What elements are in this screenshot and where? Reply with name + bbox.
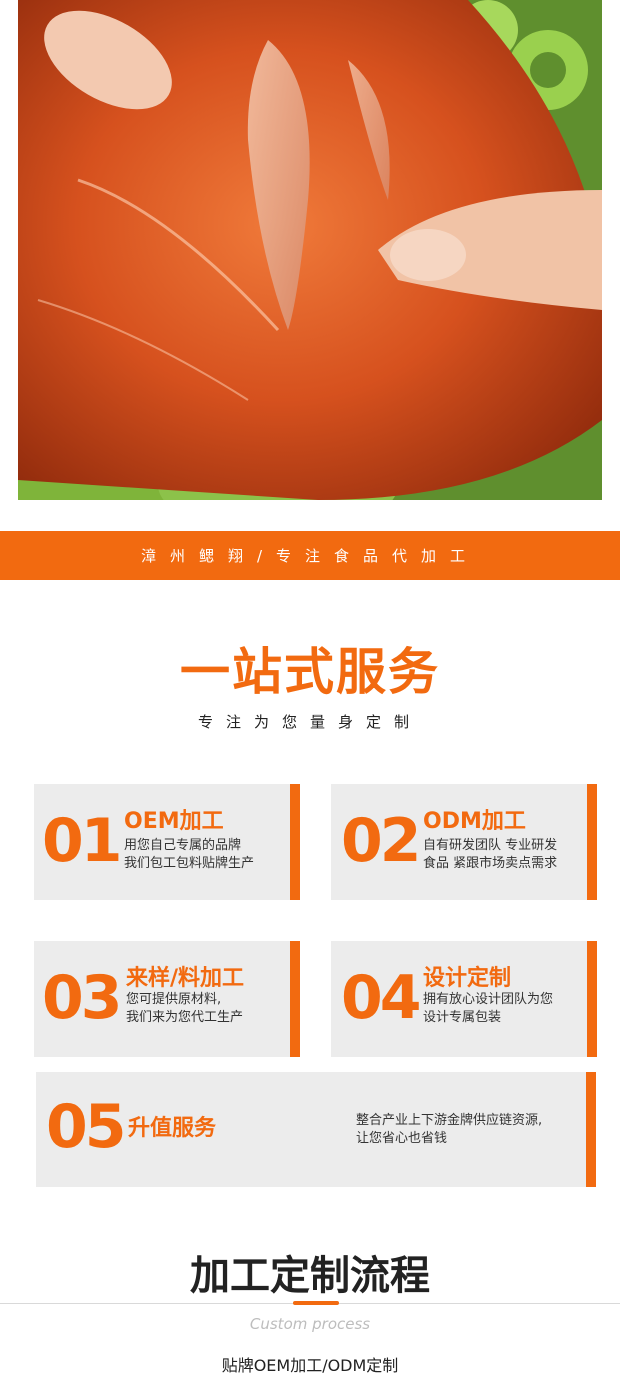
brand-banner: 漳州鳃翔/专注食品代加工 <box>0 531 620 580</box>
card-desc-line1: 自有研发团队 专业研发 <box>423 838 558 853</box>
card-desc-line2: 让您省心也省钱 <box>356 1131 448 1146</box>
hero-image <box>18 0 602 500</box>
card-title: OEM加工 <box>124 809 224 834</box>
card-number: 04 <box>341 963 421 1033</box>
service-card-value-added: 05 升值服务 整合产业上下游金牌供应链资源, 让您省心也省钱 <box>36 1072 596 1187</box>
service-card-odm: 02 ODM加工 自有研发团队 专业研发 食品 紧跟市场卖点需求 <box>331 784 597 900</box>
card-title: 升值服务 <box>128 1116 217 1141</box>
service-title: 一站式服务 <box>180 643 440 701</box>
card-accent-bar <box>290 941 300 1057</box>
card-accent-bar <box>586 1072 596 1187</box>
process-title: 加工定制流程 <box>190 1253 430 1299</box>
card-desc-line2: 我们包工包料贴牌生产 <box>124 856 255 871</box>
divider-accent <box>293 1301 339 1305</box>
card-accent-bar <box>587 784 597 900</box>
card-title: ODM加工 <box>423 809 526 834</box>
process-subtitle-en: Custom process <box>249 1315 371 1333</box>
card-accent-bar <box>587 941 597 1057</box>
card-title: 来样/料加工 <box>126 966 245 991</box>
card-accent-bar <box>290 784 300 900</box>
banner-text: 漳州鳃翔/专注食品代加工 <box>140 547 480 565</box>
service-subtitle: 专注为您量身定制 <box>197 713 422 731</box>
card-number: 02 <box>341 806 421 876</box>
card-number: 01 <box>42 806 122 876</box>
card-desc-line1: 拥有放心设计团队为您 <box>423 992 554 1007</box>
card-desc-line1: 用您自己专属的品牌 <box>124 838 242 853</box>
process-caption: 贴牌OEM加工/ODM定制 <box>221 1356 399 1375</box>
card-number: 03 <box>42 963 122 1033</box>
service-card-oem: 01 OEM加工 用您自己专属的品牌 我们包工包料贴牌生产 <box>34 784 300 900</box>
card-desc-line2: 我们来为您代工生产 <box>126 1010 244 1025</box>
card-desc-line1: 您可提供原材料, <box>126 992 222 1007</box>
card-number: 05 <box>46 1092 126 1162</box>
card-title: 设计定制 <box>423 966 512 991</box>
service-card-sample: 03 来样/料加工 您可提供原材料, 我们来为您代工生产 <box>34 941 300 1057</box>
service-card-design: 04 设计定制 拥有放心设计团队为您 设计专属包装 <box>331 941 597 1057</box>
card-desc-line1: 整合产业上下游金牌供应链资源, <box>356 1113 543 1128</box>
card-desc-line2: 设计专属包装 <box>423 1010 502 1025</box>
card-desc-line2: 食品 紧跟市场卖点需求 <box>423 856 558 871</box>
